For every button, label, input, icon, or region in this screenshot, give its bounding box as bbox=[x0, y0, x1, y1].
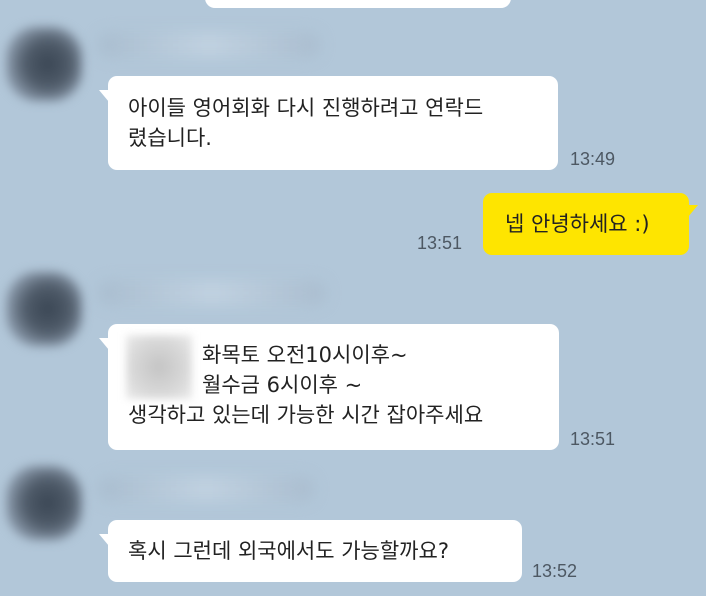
my-message-bubble[interactable]: 넵 안녕하세요 :) bbox=[483, 193, 698, 255]
message-bubble[interactable]: 화목토 오전10시이후~ 월수금 6시이후 ~ 생각하고 있는데 가능한 시간 … bbox=[99, 324, 559, 450]
previous-message-bubble-edge bbox=[205, 0, 511, 8]
message-timestamp: 13:49 bbox=[570, 149, 616, 169]
message-timestamp: 13:52 bbox=[532, 561, 578, 581]
message-bubble[interactable]: 혹시 그런데 외국에서도 가능할까요? bbox=[99, 520, 522, 582]
message-timestamp: 13:51 bbox=[417, 233, 463, 253]
sender-name-redacted bbox=[98, 32, 320, 58]
message-line: 렸습니다. bbox=[128, 126, 212, 150]
message-bubble[interactable]: 아이들 영어회화 다시 진행하려고 연락드 렸습니다. bbox=[99, 76, 558, 170]
sender-name-redacted bbox=[98, 476, 314, 502]
sender-avatar[interactable] bbox=[6, 272, 82, 346]
sender-name-redacted bbox=[98, 280, 326, 306]
sender-avatar[interactable] bbox=[6, 27, 82, 101]
message-line: 넵 안녕하세요 :) bbox=[505, 212, 650, 236]
message-timestamp: 13:51 bbox=[570, 429, 616, 449]
message-line: 생각하고 있는데 가능한 시간 잡아주세요 bbox=[128, 403, 484, 427]
redacted-image bbox=[126, 335, 192, 399]
message-line: 아이들 영어회화 다시 진행하려고 연락드 bbox=[128, 96, 484, 120]
message-line: 혹시 그런데 외국에서도 가능할까요? bbox=[128, 539, 449, 563]
sender-avatar[interactable] bbox=[6, 466, 82, 540]
